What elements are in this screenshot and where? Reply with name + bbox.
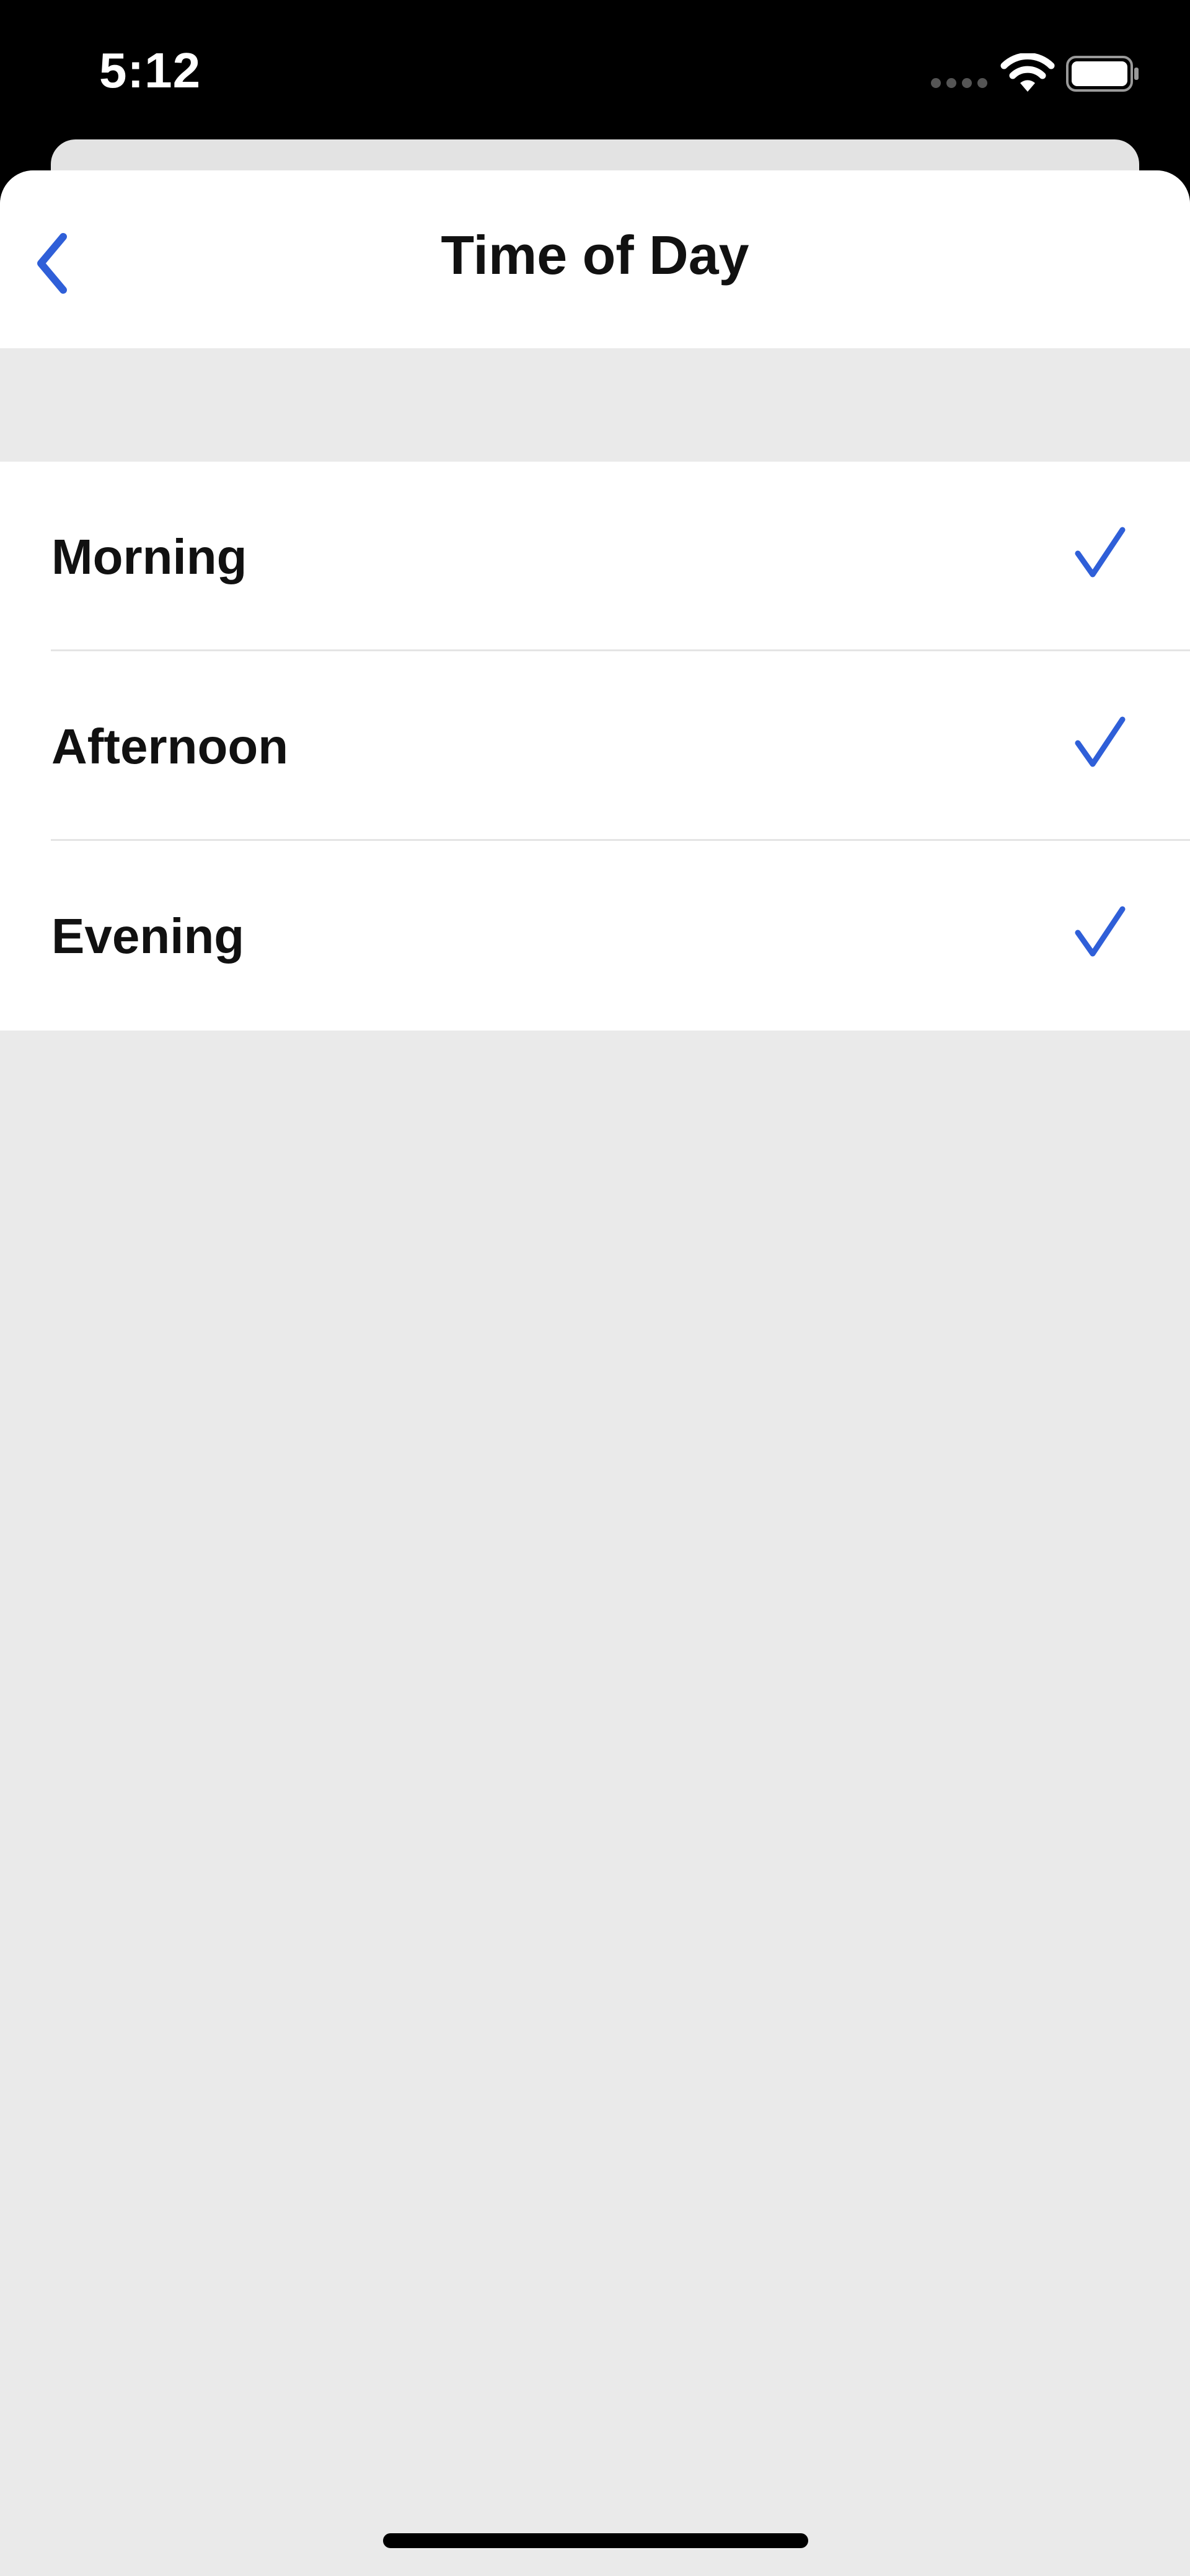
time-of-day-list: Morning Afternoon Evening xyxy=(0,462,1190,1031)
status-bar: 5:12 xyxy=(0,0,1190,139)
page-title: Time of Day xyxy=(441,224,749,286)
checkmark-icon xyxy=(1075,527,1126,578)
modal-sheet: Time of Day Morning Afternoon Evening xyxy=(0,170,1190,2576)
option-label: Evening xyxy=(51,908,245,964)
option-afternoon[interactable]: Afternoon xyxy=(0,651,1190,841)
option-morning[interactable]: Morning xyxy=(0,462,1190,651)
wifi-icon xyxy=(1000,53,1055,92)
home-indicator[interactable] xyxy=(383,2533,808,2548)
status-time: 5:12 xyxy=(99,43,201,98)
signal-dots-icon xyxy=(931,78,987,88)
battery-icon xyxy=(1066,56,1139,92)
option-label: Afternoon xyxy=(51,719,289,774)
option-label: Morning xyxy=(51,529,247,584)
checkmark-icon xyxy=(1075,716,1126,767)
navigation-bar: Time of Day xyxy=(0,170,1190,348)
checkmark-icon xyxy=(1075,906,1126,957)
option-evening[interactable]: Evening xyxy=(0,841,1190,1031)
